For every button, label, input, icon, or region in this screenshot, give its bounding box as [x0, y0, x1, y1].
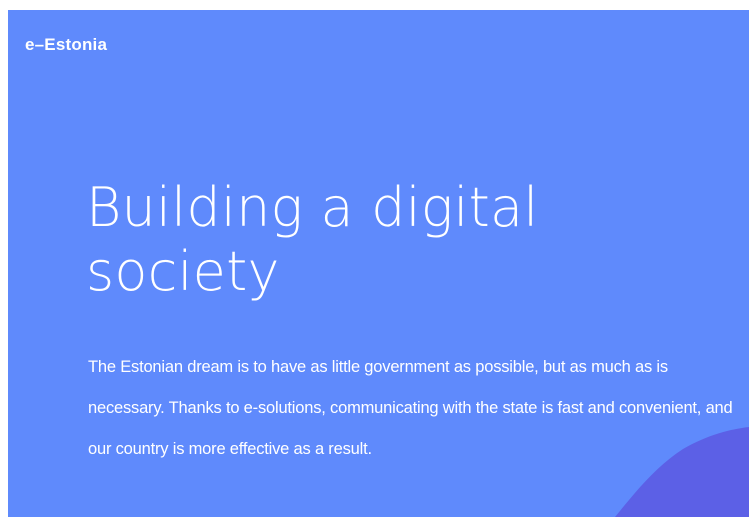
hero-headline: Building a digital society — [86, 176, 686, 304]
e-estonia-logo-link[interactable]: e–Estonia — [25, 34, 107, 56]
decorative-shape — [615, 423, 749, 517]
decorative-shape-path — [615, 427, 749, 517]
hero-section: e–Estonia Building a digital society The… — [8, 10, 749, 517]
headline-line-2: society — [86, 240, 280, 303]
headline-line-1: Building a digital — [86, 176, 539, 239]
